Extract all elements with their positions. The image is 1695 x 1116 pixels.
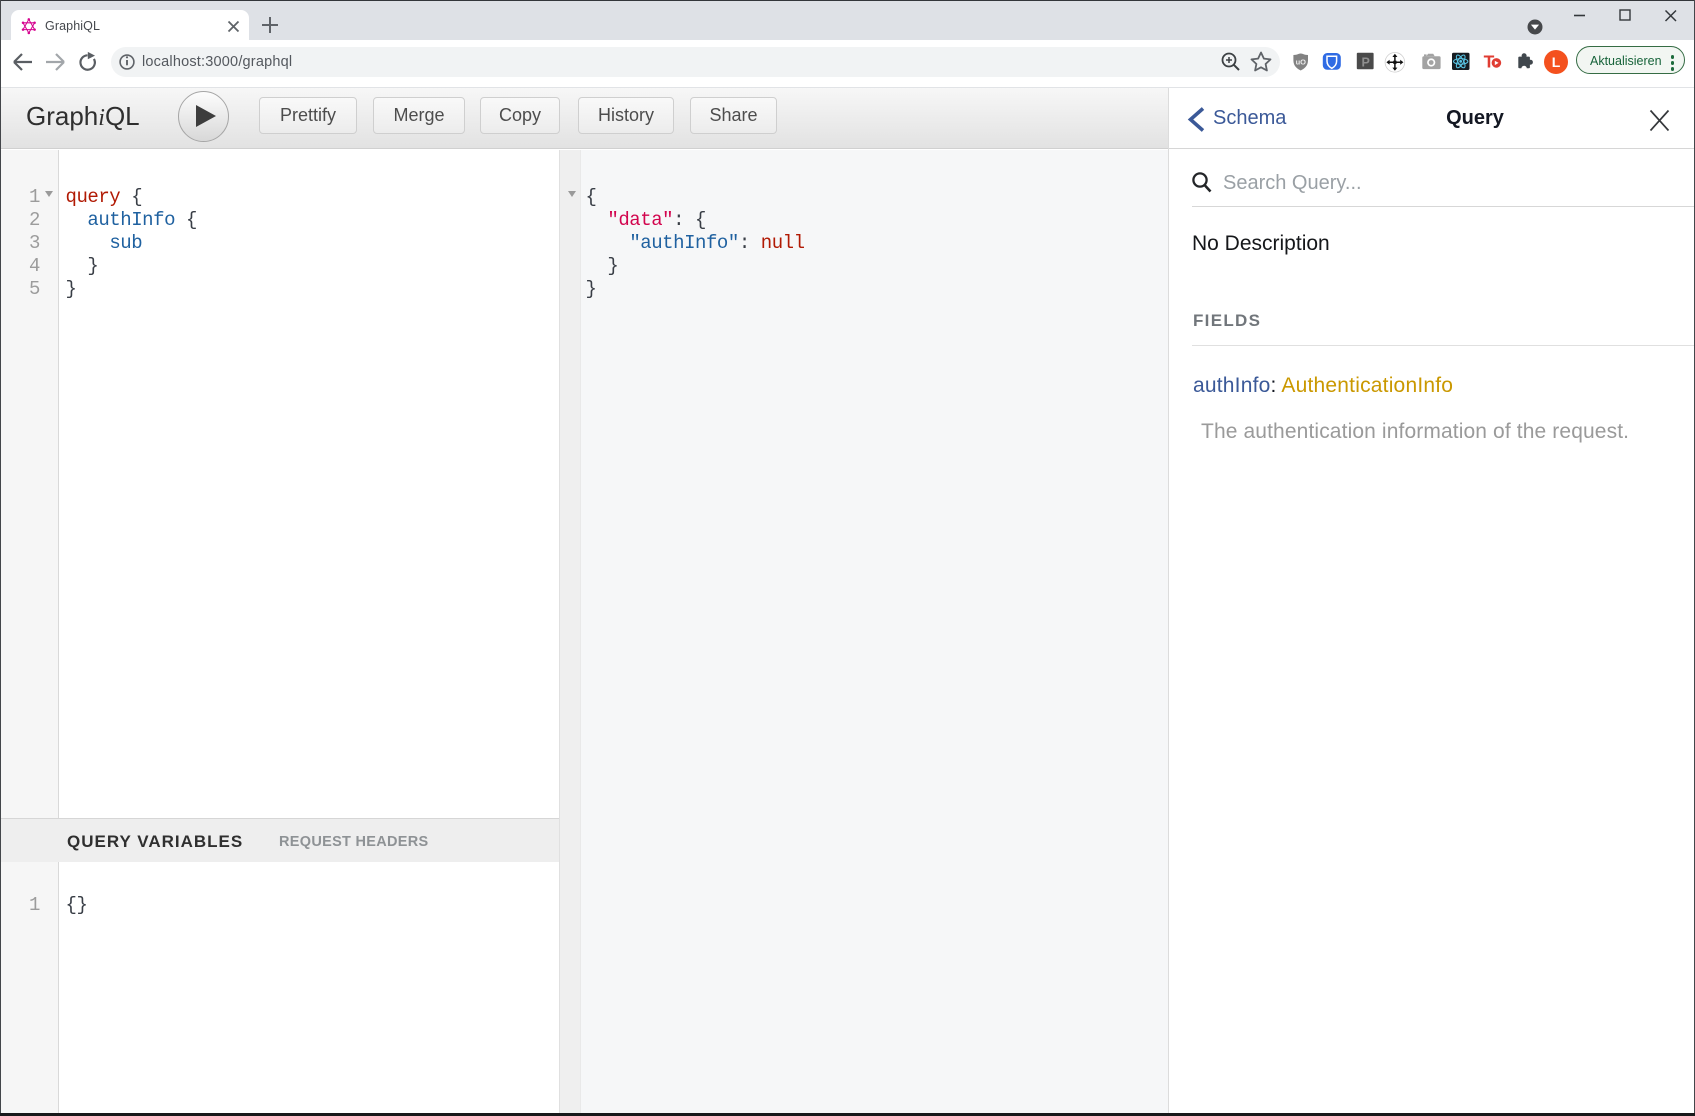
svg-text:P: P bbox=[1362, 56, 1370, 70]
svg-text:uO: uO bbox=[1296, 58, 1307, 67]
